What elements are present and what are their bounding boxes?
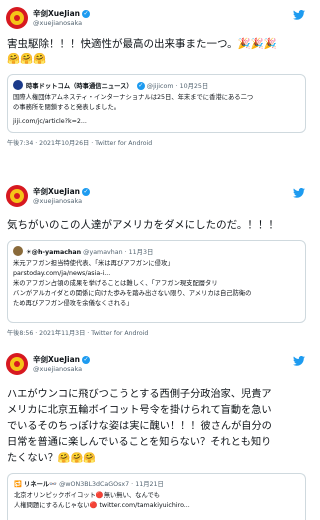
- author-handle[interactable]: @xuejianosaka: [33, 365, 82, 373]
- quoted-header: ☀@h-yamachan @yamavhan · 11月3日: [26, 249, 154, 256]
- author-handle[interactable]: @xuejianosaka: [33, 197, 82, 205]
- quoted-tweet[interactable]: ☀@h-yamachan @yamavhan · 11月3日 米元アフガン担当特…: [7, 240, 306, 323]
- tweet-card-3[interactable]: 辛剑XueJian ✓ @xuejianosaka ハエがウンコに飛びつこうとする…: [0, 345, 314, 520]
- quoted-tweet[interactable]: 🔁 リネール👓 @wON3BL3dCaGOsx7 · 11月21日 北京オリンピ…: [7, 473, 306, 520]
- tweet-meta[interactable]: 午後7:34 · 2021年10月26日 · Twitter for Andro…: [7, 138, 152, 147]
- quoted-header: 🔁 リネール👓 @wON3BL3dCaGOsx7 · 11月21日: [14, 481, 164, 488]
- verified-icon: ✓: [136, 82, 145, 90]
- verified-icon: ✓: [81, 10, 90, 18]
- tweet-card-2[interactable]: 辛剑XueJian ✓ @xuejianosaka 気ちがいのこの人達がアメリカを…: [0, 180, 314, 340]
- tweet-card-1[interactable]: 辛剑XueJian ✓ @xuejianosaka 害虫駆除！！！快適性が最高の出…: [0, 0, 314, 150]
- quoted-link[interactable]: jiji.com/jc/article?k=2...: [13, 117, 87, 127]
- quoted-avatar: [13, 246, 23, 256]
- twitter-bird-icon: [293, 188, 305, 198]
- verified-icon: ✓: [81, 356, 90, 364]
- verified-icon: ✓: [81, 188, 90, 196]
- twitter-bird-icon: [293, 10, 305, 20]
- divider: [0, 150, 314, 154]
- tweet-text: ハエがウンコに飛びつこうとする西側子分政治家、児貴ア メリカに北京五輪ボイコット…: [7, 389, 272, 464]
- avatar[interactable]: [6, 7, 28, 29]
- author-name[interactable]: 辛剑XueJian ✓: [33, 186, 90, 197]
- avatar[interactable]: [6, 185, 28, 207]
- author-name[interactable]: 辛剑XueJian ✓: [33, 8, 90, 19]
- tweet-text: 害虫駆除！！！快適性が最高の出来事また一つ。🎉🎉🎉 🤗🤗🤗: [7, 38, 277, 65]
- quoted-link[interactable]: parstoday.com/ja/news/asia-i...: [13, 269, 301, 279]
- quoted-header: 時事ドットコム（時事通信ニュース） ✓ @jijicom · 10月25日: [26, 82, 209, 90]
- twitter-bird-icon: [293, 356, 305, 366]
- quoted-tweet[interactable]: 時事ドットコム（時事通信ニュース） ✓ @jijicom · 10月25日 国際…: [7, 74, 306, 133]
- author-handle[interactable]: @xuejianosaka: [33, 19, 82, 27]
- tweet-meta[interactable]: 午後8:56 · 2021年11月3日 · Twitter for Androi…: [7, 328, 148, 337]
- quoted-avatar: [13, 80, 23, 90]
- avatar[interactable]: [6, 353, 28, 375]
- quoted-text: 北京オリンピックボイコット🔴無い無い、なんでも 人権問題にするんじゃない🔴 tw…: [14, 492, 190, 509]
- quoted-text: 国際人権団体アムネスティ・インターナショナルは25日、年末までに香港にある二つ …: [13, 94, 254, 111]
- quoted-text: 米元アフガン担当特使代表、「米は再びアフガンに侵攻」 parstoday.com…: [13, 259, 301, 309]
- author-name[interactable]: 辛剑XueJian ✓: [33, 354, 90, 365]
- tweet-text: 気ちがいのこの人達がアメリカをダメにしたのだ。！！！: [7, 219, 279, 231]
